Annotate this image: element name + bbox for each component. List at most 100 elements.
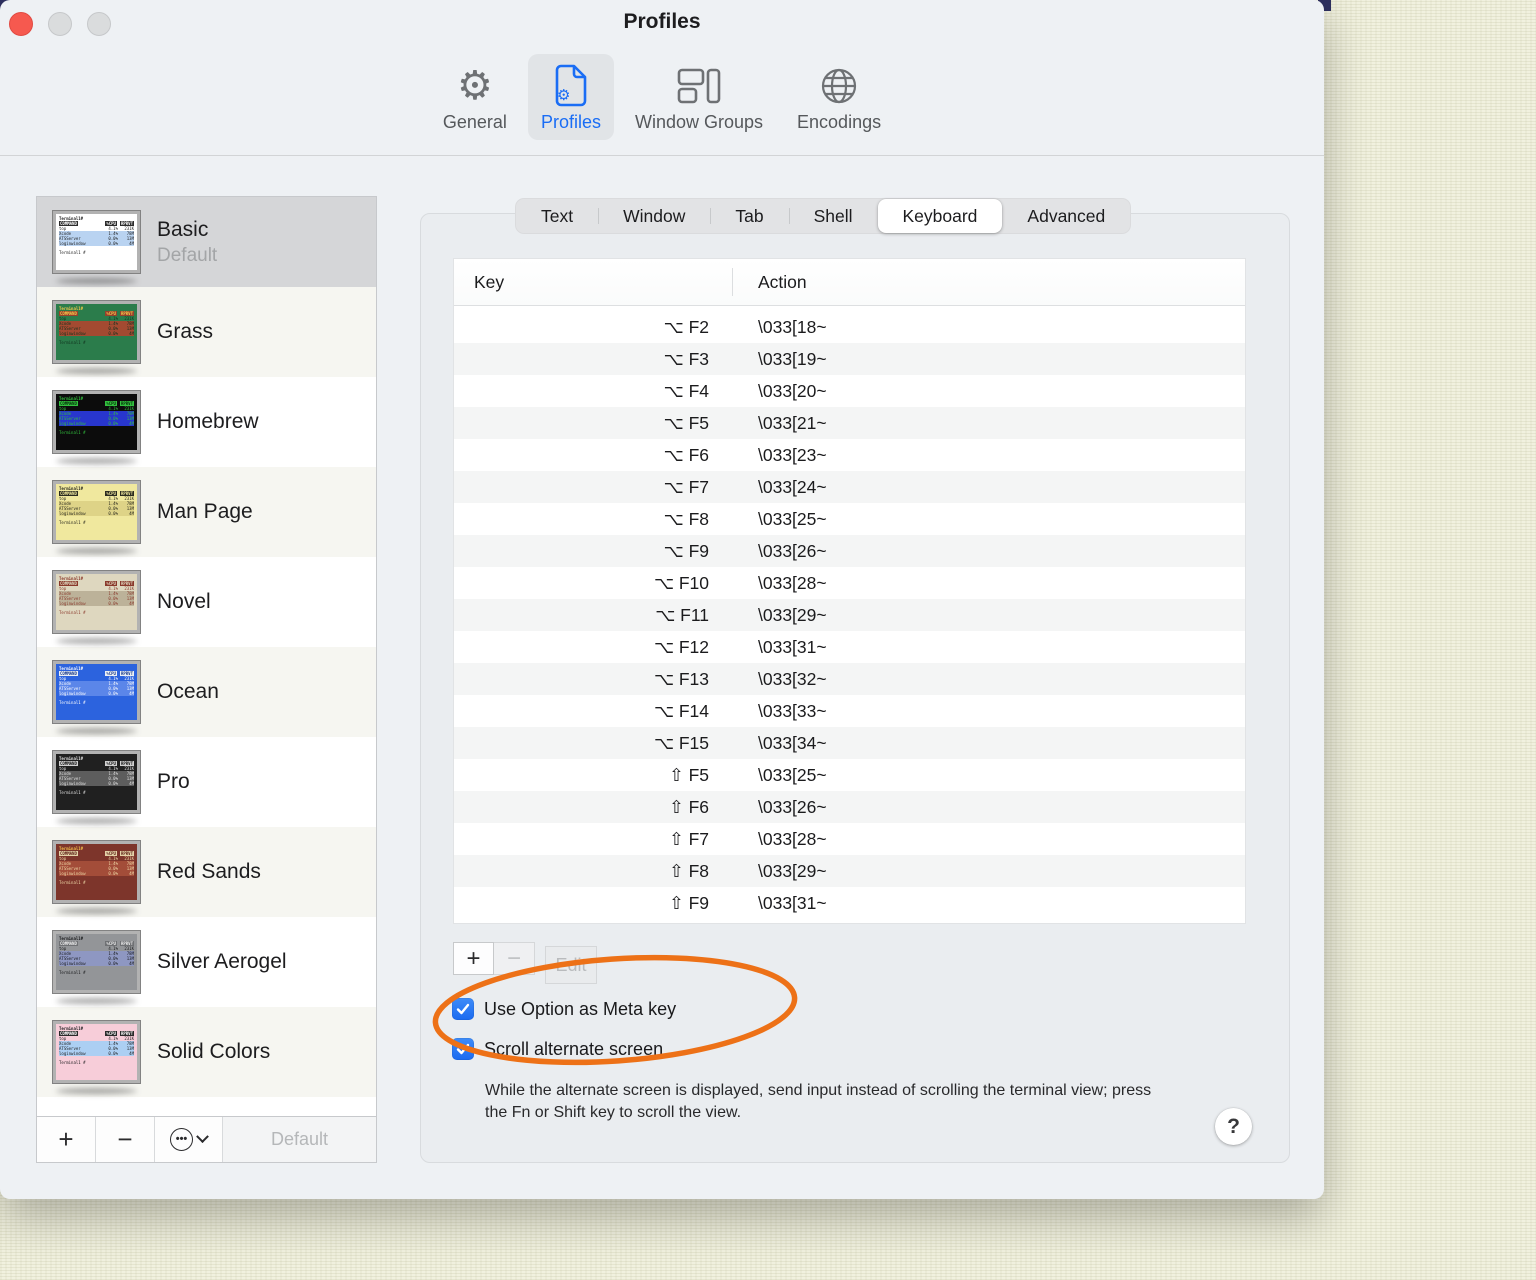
profile-document-icon: ⚙ <box>555 64 587 106</box>
thumbnail-prompt: Terminal1 # <box>59 340 86 345</box>
table-row[interactable]: ⌥ F3 \033[19~ <box>454 343 1245 375</box>
help-button[interactable]: ? <box>1215 1108 1252 1145</box>
column-header-action[interactable]: Action <box>758 272 807 293</box>
key-cell: ⇧ F8 <box>669 860 709 881</box>
profile-tab[interactable]: Tab <box>710 199 788 233</box>
key-cell: ⌥ F7 <box>663 476 709 497</box>
profile-labels: Novel <box>157 590 211 614</box>
action-cell: \033[23~ <box>758 444 827 465</box>
action-cell: \033[28~ <box>758 828 827 849</box>
zoom-button <box>87 12 111 36</box>
table-row[interactable]: ⌥ F10 \033[28~ <box>454 567 1245 599</box>
profile-thumbnail-screen: Terminal1# COMMAND %CPU RPRVT top 4.1% 2… <box>56 574 137 630</box>
checkmark-icon <box>456 1043 470 1055</box>
key-cell: ⌥ F6 <box>663 444 709 465</box>
profile-row[interactable]: Terminal1# COMMAND %CPU RPRVT top 4.1% 2… <box>37 917 376 1007</box>
profile-row[interactable]: Terminal1# COMMAND %CPU RPRVT top 4.1% 2… <box>37 557 376 647</box>
action-cell: \033[26~ <box>758 796 827 817</box>
profile-tab[interactable]: Keyboard <box>877 199 1003 233</box>
profile-row[interactable]: Terminal1# COMMAND %CPU RPRVT top 4.1% 2… <box>37 737 376 827</box>
profile-row[interactable]: Terminal1# COMMAND %CPU RPRVT top 4.1% 2… <box>37 827 376 917</box>
profile-thumbnail-screen: Terminal1# COMMAND %CPU RPRVT top 4.1% 2… <box>56 844 137 900</box>
table-row[interactable]: ⌥ F7 \033[24~ <box>454 471 1245 503</box>
profile-tab[interactable]: Advanced <box>1002 199 1130 233</box>
profile-tab-label: Window <box>623 206 686 226</box>
chevron-down-icon <box>196 1130 209 1144</box>
thumbnail-process-rows: top 4.1% 231K Xcode 1.4% 78M ATSServer 0… <box>59 406 134 426</box>
table-row[interactable]: ⌥ F6 \033[23~ <box>454 439 1245 471</box>
thumbnail-prompt: Terminal1 # <box>59 790 86 795</box>
profile-tab[interactable]: Text <box>516 199 598 233</box>
toolbar-item-icon-slot: ⚙ <box>457 62 493 109</box>
table-row[interactable]: ⌥ F2 \033[18~ <box>454 311 1245 343</box>
action-cell: \033[25~ <box>758 508 827 529</box>
toolbar-item-label: Profiles <box>540 112 601 132</box>
thumbnail-prompt: Terminal1 # <box>59 520 86 525</box>
profile-thumbnail: Terminal1# COMMAND %CPU RPRVT top 4.1% 2… <box>52 930 141 994</box>
profile-sidebar: Terminal1# COMMAND %CPU RPRVT top 4.1% 2… <box>36 196 377 1163</box>
action-cell: \033[34~ <box>758 732 827 753</box>
profile-name: Ocean <box>157 680 219 703</box>
table-row[interactable]: ⌥ F9 \033[26~ <box>454 535 1245 567</box>
table-row[interactable]: ⇧ F5 \033[25~ <box>454 759 1245 791</box>
add-profile-button[interactable]: + <box>37 1117 96 1162</box>
thumbnail-process-rows: top 4.1% 231K Xcode 1.4% 78M ATSServer 0… <box>59 496 134 516</box>
profile-thumbnail: Terminal1# COMMAND %CPU RPRVT top 4.1% 2… <box>52 300 141 364</box>
table-row[interactable]: ⌥ F14 \033[33~ <box>454 695 1245 727</box>
table-body: ⌥ F2 \033[18~ ⌥ F3 \033[19~ ⌥ F4 \033[20… <box>454 306 1245 923</box>
action-cell: \033[25~ <box>758 764 827 785</box>
checkbox[interactable] <box>452 998 474 1020</box>
table-row[interactable]: ⇧ F7 \033[28~ <box>454 823 1245 855</box>
table-row[interactable]: ⌥ F4 \033[20~ <box>454 375 1245 407</box>
table-row[interactable]: ⌥ F11 \033[29~ <box>454 599 1245 631</box>
table-row[interactable]: ⌥ F15 \033[34~ <box>454 727 1245 759</box>
table-row[interactable]: ⇧ F9 \033[31~ <box>454 887 1245 919</box>
profile-row[interactable]: Terminal1# COMMAND %CPU RPRVT top 4.1% 2… <box>37 647 376 737</box>
column-header-key[interactable]: Key <box>454 272 504 293</box>
profile-name: Red Sands <box>157 860 261 883</box>
thumbnail-process-row: loginwindow 0.0% 4M <box>59 871 134 876</box>
titlebar[interactable]: Profiles <box>0 0 1324 48</box>
remove-profile-button[interactable]: − <box>96 1117 155 1162</box>
profile-row[interactable]: Terminal1# COMMAND %CPU RPRVT top 4.1% 2… <box>37 377 376 467</box>
action-cell: \033[32~ <box>758 668 827 689</box>
profile-row[interactable]: Terminal1# COMMAND %CPU RPRVT top 4.1% 2… <box>37 1007 376 1097</box>
table-row[interactable]: ⌥ F13 \033[32~ <box>454 663 1245 695</box>
checkbox[interactable] <box>452 1038 474 1060</box>
key-cell: ⌥ F9 <box>663 540 709 561</box>
profile-thumbnail-screen: Terminal1# COMMAND %CPU RPRVT top 4.1% 2… <box>56 214 137 270</box>
table-row[interactable]: ⌥ F8 \033[25~ <box>454 503 1245 535</box>
table-row[interactable]: ⌥ F5 \033[21~ <box>454 407 1245 439</box>
key-cell: ⌥ F13 <box>653 668 709 689</box>
profile-name: Basic <box>157 217 209 241</box>
table-row[interactable]: ⇧ F6 \033[26~ <box>454 791 1245 823</box>
profile-actions-menu-button[interactable]: ••• <box>155 1117 223 1162</box>
toolbar-item[interactable]: ⚙ Profiles <box>527 54 614 140</box>
profile-name: Solid Colors <box>157 1040 271 1063</box>
profile-row[interactable]: Terminal1# COMMAND %CPU RPRVT top 4.1% 2… <box>37 467 376 557</box>
profile-row[interactable]: Terminal1# COMMAND %CPU RPRVT top 4.1% 2… <box>37 287 376 377</box>
action-cell: \033[28~ <box>758 572 827 593</box>
table-row[interactable]: ⌥ F12 \033[31~ <box>454 631 1245 663</box>
profile-thumbnail-screen: Terminal1# COMMAND %CPU RPRVT top 4.1% 2… <box>56 394 137 450</box>
toolbar-item[interactable]: Window Groups <box>622 54 776 140</box>
thumbnail-prompt: Terminal1 # <box>59 880 86 885</box>
close-button[interactable] <box>9 12 33 36</box>
table-row[interactable]: ⇧ F8 \033[29~ <box>454 855 1245 887</box>
profile-thumbnail: Terminal1# COMMAND %CPU RPRVT top 4.1% 2… <box>52 840 141 904</box>
profile-name: Man Page <box>157 500 253 523</box>
toolbar-item[interactable]: ⚙ General <box>430 54 520 140</box>
profile-row[interactable]: Terminal1# COMMAND %CPU RPRVT top 4.1% 2… <box>37 197 376 287</box>
profile-tab[interactable]: Window <box>598 199 710 233</box>
checkbox-row: Scroll alternate screen <box>452 1038 663 1060</box>
gear-icon: ⚙ <box>456 62 493 109</box>
key-cell: ⌥ F11 <box>655 604 709 625</box>
profile-tab-label: Shell <box>813 206 853 226</box>
profile-tab[interactable]: Shell <box>788 199 878 233</box>
profile-name: Pro <box>157 770 190 793</box>
set-default-button: Default <box>223 1117 376 1162</box>
add-key-button[interactable]: + <box>453 942 494 975</box>
checkmark-icon <box>456 1003 470 1015</box>
toolbar-item[interactable]: Encodings <box>784 54 894 140</box>
profile-labels: Solid Colors <box>157 1040 270 1064</box>
